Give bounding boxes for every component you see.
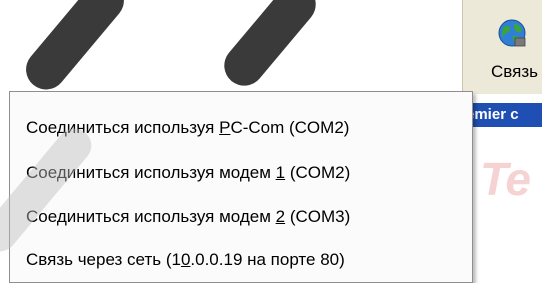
menu-item-mnemonic: 2 <box>275 207 286 226</box>
menu-item-text: Соединиться используя модем <box>26 207 276 226</box>
menu-item-connect-network[interactable]: Связь через сеть (10.0.0.19 на порте 80) <box>10 239 472 281</box>
menu-item-text: .0.0.19 на порте 80) <box>190 250 345 269</box>
menu-item-text: C-Com (COM2) <box>230 118 350 137</box>
watermark-stroke <box>216 0 324 94</box>
menu-item-mnemonic: 0 <box>180 250 191 269</box>
menu-item-text: (COM3) <box>285 207 351 226</box>
window-title-strip: emier c <box>462 103 542 127</box>
toolbar: Связь <box>462 0 542 94</box>
connection-menu: Соединиться используя PC-Com (COM2) Соед… <box>9 91 473 283</box>
menu-item-mnemonic: P <box>219 118 231 137</box>
menu-item-mnemonic: 1 <box>275 163 286 182</box>
connect-label: Связь <box>491 62 538 81</box>
menu-item-text: (COM2) <box>285 163 351 182</box>
connect-toolbar-button[interactable]: Связь <box>471 8 542 90</box>
background-logo: Te <box>480 153 531 205</box>
globe-network-icon <box>498 19 526 47</box>
watermark-stroke <box>17 0 133 98</box>
menu-item-connect-modem-2[interactable]: Соединиться используя модем 2 (COM3) <box>10 196 472 238</box>
menu-item-text: Связь через сеть (1 <box>26 250 181 269</box>
menu-item-text: Соединиться используя <box>26 118 220 137</box>
